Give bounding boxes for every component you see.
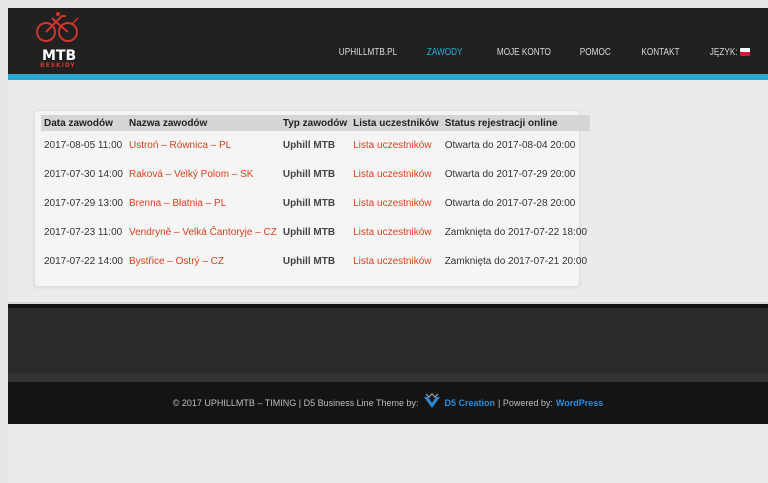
powered-by-text: | Powered by: <box>498 398 553 408</box>
language-label: JĘZYK: <box>709 46 738 58</box>
nav-item-pomoc[interactable]: POMOC <box>580 47 611 58</box>
table-row: 2017-07-29 13:00 Brenna – Błatnia – PL U… <box>41 189 590 218</box>
table-row: 2017-08-05 11:00 Ustroń – Równica – PL U… <box>41 131 590 160</box>
footer-bar: © 2017 UPHILLMTB – TIMING | D5 Business … <box>8 374 768 424</box>
footer-widget-area <box>8 304 768 374</box>
wordpress-link[interactable]: WordPress <box>556 398 603 408</box>
site-header: MTB BESKIDY UPHILLMTB.PL ZAWODY MOJE KON… <box>8 8 768 74</box>
races-panel: Data zawodów Nazwa zawodów Typ zawodów L… <box>34 110 591 287</box>
logo-subtext: BESKIDY <box>40 62 76 69</box>
table-row: 2017-07-22 14:00 Bystřice – Ostrý – CZ U… <box>41 247 590 276</box>
copyright-line: © 2017 UPHILLMTB – TIMING | D5 Business … <box>8 382 768 424</box>
race-name-link[interactable]: Raková – Velký Polom – SK <box>126 160 280 189</box>
race-date: 2017-08-05 11:00 <box>44 140 123 151</box>
race-type: Uphill MTB <box>282 256 336 267</box>
poland-flag-icon[interactable] <box>740 48 750 56</box>
race-date: 2017-07-23 11:00 <box>44 227 123 238</box>
race-date: 2017-07-22 14:00 <box>44 256 123 267</box>
nav-item-moje-konto[interactable]: MOJE KONTO <box>497 47 551 58</box>
nav-item-uphillmtb[interactable]: UPHILLMTB.PL <box>339 47 397 58</box>
table-row: 2017-07-30 14:00 Raková – Velký Polom – … <box>41 160 590 189</box>
participants-list-link[interactable]: Lista uczestników <box>350 189 442 218</box>
race-date: 2017-07-29 13:00 <box>44 198 123 209</box>
d5-creation-link[interactable]: D5 Creation <box>445 398 496 408</box>
site-logo[interactable]: MTB BESKIDY <box>28 12 86 69</box>
race-type: Uphill MTB <box>282 169 336 180</box>
column-header-status: Status rejestracji online <box>444 117 558 129</box>
participants-list-link[interactable]: Lista uczestników <box>350 218 442 247</box>
column-header-list: Lista uczestników <box>353 117 439 129</box>
nav-item-kontakt[interactable]: KONTAKT <box>641 47 679 58</box>
race-name-link[interactable]: Ustroń – Równica – PL <box>126 131 280 160</box>
main-nav: UPHILLMTB.PL ZAWODY MOJE KONTO POMOC KON… <box>304 44 750 60</box>
column-header-name: Nazwa zawodów <box>128 117 208 129</box>
header-accent-line <box>8 74 768 80</box>
registration-status: Zamknięta do 2017-07-22 18:00 <box>444 227 588 238</box>
d5-creation-logo-icon[interactable] <box>423 393 441 409</box>
copyright-text: © 2017 UPHILLMTB – TIMING | D5 Business … <box>172 398 419 408</box>
table-row: 2017-07-23 11:00 Vendryně – Velká Čantor… <box>41 218 590 247</box>
registration-status: Otwarta do 2017-07-28 20:00 <box>444 198 576 209</box>
table-header-row: Data zawodów Nazwa zawodów Typ zawodów L… <box>41 115 591 131</box>
race-type: Uphill MTB <box>282 140 336 151</box>
participants-list-link[interactable]: Lista uczestników <box>350 131 442 160</box>
registration-status: Otwarta do 2017-08-04 20:00 <box>444 140 576 151</box>
registration-status: Zamknięta do 2017-07-21 20:00 <box>444 256 588 267</box>
race-name-link[interactable]: Bystřice – Ostrý – CZ <box>126 247 280 276</box>
races-table: Data zawodów Nazwa zawodów Typ zawodów L… <box>41 115 591 276</box>
language-switcher[interactable]: JĘZYK: <box>710 47 750 58</box>
race-type: Uphill MTB <box>282 198 336 209</box>
participants-list-link[interactable]: Lista uczestników <box>350 160 442 189</box>
page-bottom <box>8 424 768 483</box>
participants-list-link[interactable]: Lista uczestników <box>350 247 442 276</box>
race-name-link[interactable]: Vendryně – Velká Čantoryje – CZ <box>126 218 280 247</box>
page-frame: MTB BESKIDY UPHILLMTB.PL ZAWODY MOJE KON… <box>8 8 768 483</box>
race-type: Uphill MTB <box>282 227 336 238</box>
column-header-type: Typ zawodów <box>282 117 348 129</box>
nav-item-zawody[interactable]: ZAWODY <box>427 47 463 58</box>
registration-status: Otwarta do 2017-07-29 20:00 <box>444 169 576 180</box>
race-date: 2017-07-30 14:00 <box>44 169 123 180</box>
column-header-date: Data zawodów <box>44 117 113 129</box>
race-name-link[interactable]: Brenna – Błatnia – PL <box>126 189 280 218</box>
